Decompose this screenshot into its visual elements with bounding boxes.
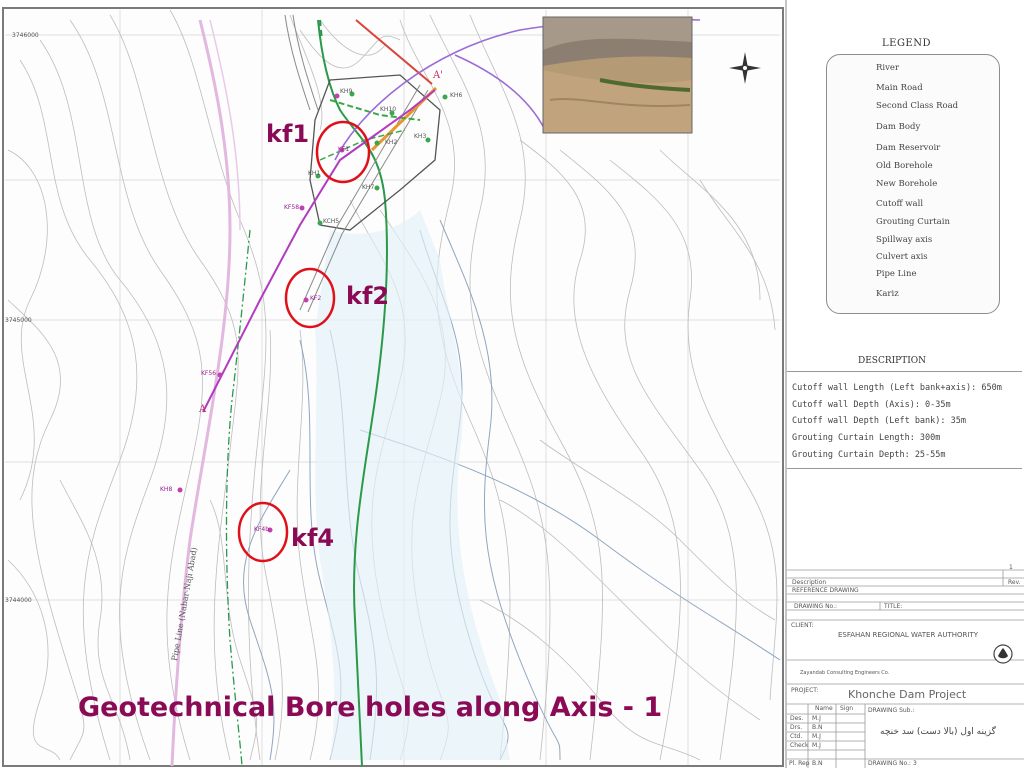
legend-label: Second Class Road: [876, 101, 959, 111]
role-label: Drs.: [790, 724, 803, 731]
role-by: M.J: [812, 742, 821, 749]
title-label: TITLE:: [884, 603, 903, 610]
project-name: Khonche Dam Project: [848, 688, 967, 701]
legend-label: Dam Reservoir: [876, 143, 941, 153]
coord-label: 3744000: [5, 597, 32, 604]
legend-label: Dam Body: [876, 122, 921, 132]
borehole-label: KH1: [308, 170, 321, 177]
legend-item-kariz: Kariz: [834, 288, 994, 303]
role-label: Ctd.: [790, 733, 803, 740]
borehole-label: KF1: [338, 146, 350, 153]
borehole-label: KH10: [380, 106, 397, 113]
legend-label: Spillway axis: [876, 235, 933, 245]
legend-item-cutoff-wall: Cutoff wall: [834, 198, 994, 213]
role-label: Pl. Rep: [789, 760, 810, 767]
legend-item-grouting-curtain: Grouting Curtain: [834, 216, 994, 231]
legend-label: Kariz: [876, 289, 899, 299]
client-label: CLIENT:: [791, 622, 814, 629]
sign-column: Sign: [840, 705, 854, 712]
legend-item-spillway-axis: Spillway axis: [834, 234, 994, 249]
description-line: Cutoff wall Length (Left bank+axis): 650…: [792, 383, 1002, 393]
description-line: Grouting Curtain Depth: 25-55m: [792, 450, 946, 460]
description-title: DESCRIPTION: [858, 356, 927, 366]
legend-label: Old Borehole: [876, 161, 933, 171]
aerial-photo: [542, 16, 693, 134]
consultant-name: Zayandab Consulting Engineers Co.: [800, 670, 890, 676]
legend-label: Main Road: [876, 83, 923, 93]
drawing-no-value: DRAWING No.: 3: [868, 760, 917, 767]
legend-label: Grouting Curtain: [876, 217, 950, 227]
kf4-label: kf4: [291, 524, 335, 552]
role-label: Check: [790, 742, 809, 749]
name-column: Name: [815, 705, 833, 712]
kf1-label: kf1: [266, 120, 310, 148]
borehole-label: KF4b: [254, 526, 270, 533]
legend-label: New Borehole: [876, 179, 938, 189]
legend-item-river: River: [834, 62, 994, 77]
coord-label: 3745000: [5, 317, 32, 324]
legend-label: River: [876, 63, 900, 73]
description-column: Description: [792, 579, 827, 586]
borehole-label: KH9: [340, 88, 353, 95]
legend-item-dam-reservoir: Dam Reservoir: [834, 142, 994, 157]
revision-number: 1: [1009, 564, 1013, 571]
coord-label: 3746000: [12, 32, 39, 39]
borehole-label: KH2: [385, 139, 398, 146]
legend-item-second-road: Second Class Road: [834, 100, 994, 115]
legend-label: Pipe Line: [876, 269, 917, 279]
persian-title: گزینه اول (بالا دست) سد خنچه: [880, 727, 996, 737]
kf2-label: kf2: [346, 282, 390, 310]
role-by: B.N: [812, 760, 823, 767]
description-line: Cutoff wall Depth (Left bank): 35m: [792, 416, 966, 426]
borehole-label: KH3: [414, 133, 427, 140]
role-by: B.N: [812, 724, 823, 731]
legend-label: Cutoff wall: [876, 199, 924, 209]
role-label: Des.: [790, 715, 804, 722]
legend-item-new-borehole: New Borehole: [834, 178, 994, 193]
client-name: ESFAHAN REGIONAL WATER AUTHORITY: [838, 631, 978, 639]
reference-drawing: REFERENCE DRAWING: [792, 587, 859, 594]
project-label: PROJECT:: [791, 687, 819, 694]
slide-caption: Geotechnical Bore holes along Axis - 1: [78, 692, 663, 723]
axis-start-letter: A: [199, 404, 207, 415]
borehole-label: KH8: [160, 486, 173, 493]
drawing-no-label: DRAWING No.:: [794, 603, 838, 610]
drawing-sub-label: DRAWING Sub.:: [868, 707, 915, 714]
description-line: Grouting Curtain Length: 300m: [792, 433, 941, 443]
legend-item-dam-body: Dam Body: [834, 121, 994, 136]
borehole-label: KF2: [310, 295, 322, 302]
description-line: Cutoff wall Depth (Axis): 0-35m: [792, 400, 951, 410]
legend-item-culvert-axis: Culvert axis: [834, 251, 994, 266]
borehole-label: KH7: [362, 184, 375, 191]
legend-item-main-road: Main Road: [834, 82, 994, 97]
legend-item-pipe-line: Pipe Line: [834, 268, 994, 283]
role-by: M.J: [812, 715, 821, 722]
borehole-label: KCH5: [323, 218, 340, 225]
borehole-label: KF58: [284, 204, 300, 211]
rev-column: Rev.: [1008, 579, 1021, 586]
legend-label: Culvert axis: [876, 252, 928, 262]
axis-end-letter: A': [433, 70, 443, 81]
legend-title: LEGEND: [882, 38, 931, 49]
borehole-label: KH6: [450, 92, 463, 99]
authority-logo-icon: [993, 644, 1013, 664]
borehole-label: KF56: [201, 370, 217, 377]
legend-item-old-borehole: Old Borehole: [834, 160, 994, 175]
role-by: M.J: [812, 733, 821, 740]
